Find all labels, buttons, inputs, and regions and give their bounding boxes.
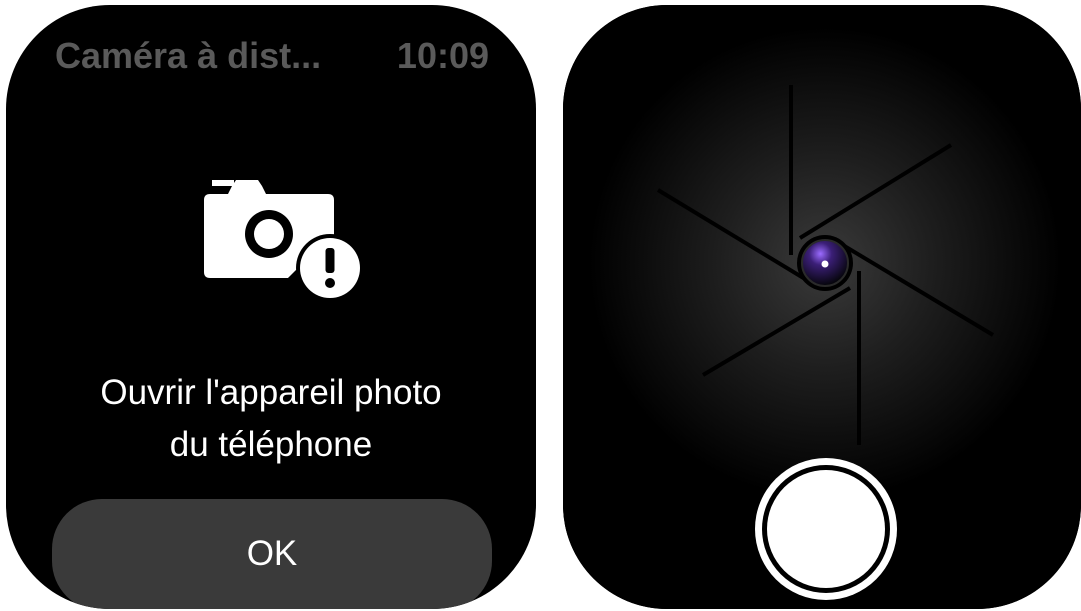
message-line-1: Ouvrir l'appareil photo: [100, 373, 442, 412]
permission-message: Ouvrir l'appareil photo du téléphone: [6, 367, 536, 471]
app-title: Caméra à dist...: [55, 35, 322, 76]
status-time: 10:09: [396, 35, 489, 76]
camera-shutter-screen: [563, 5, 1081, 609]
message-line-2: du téléphone: [169, 425, 373, 464]
camera-warning-icon: [204, 180, 364, 302]
ok-button[interactable]: OK: [52, 499, 492, 609]
remote-camera-warning-screen: Caméra à dist... 10:09 Ouvrir l'appareil…: [6, 5, 536, 609]
shutter-button-icon[interactable]: [753, 456, 899, 602]
